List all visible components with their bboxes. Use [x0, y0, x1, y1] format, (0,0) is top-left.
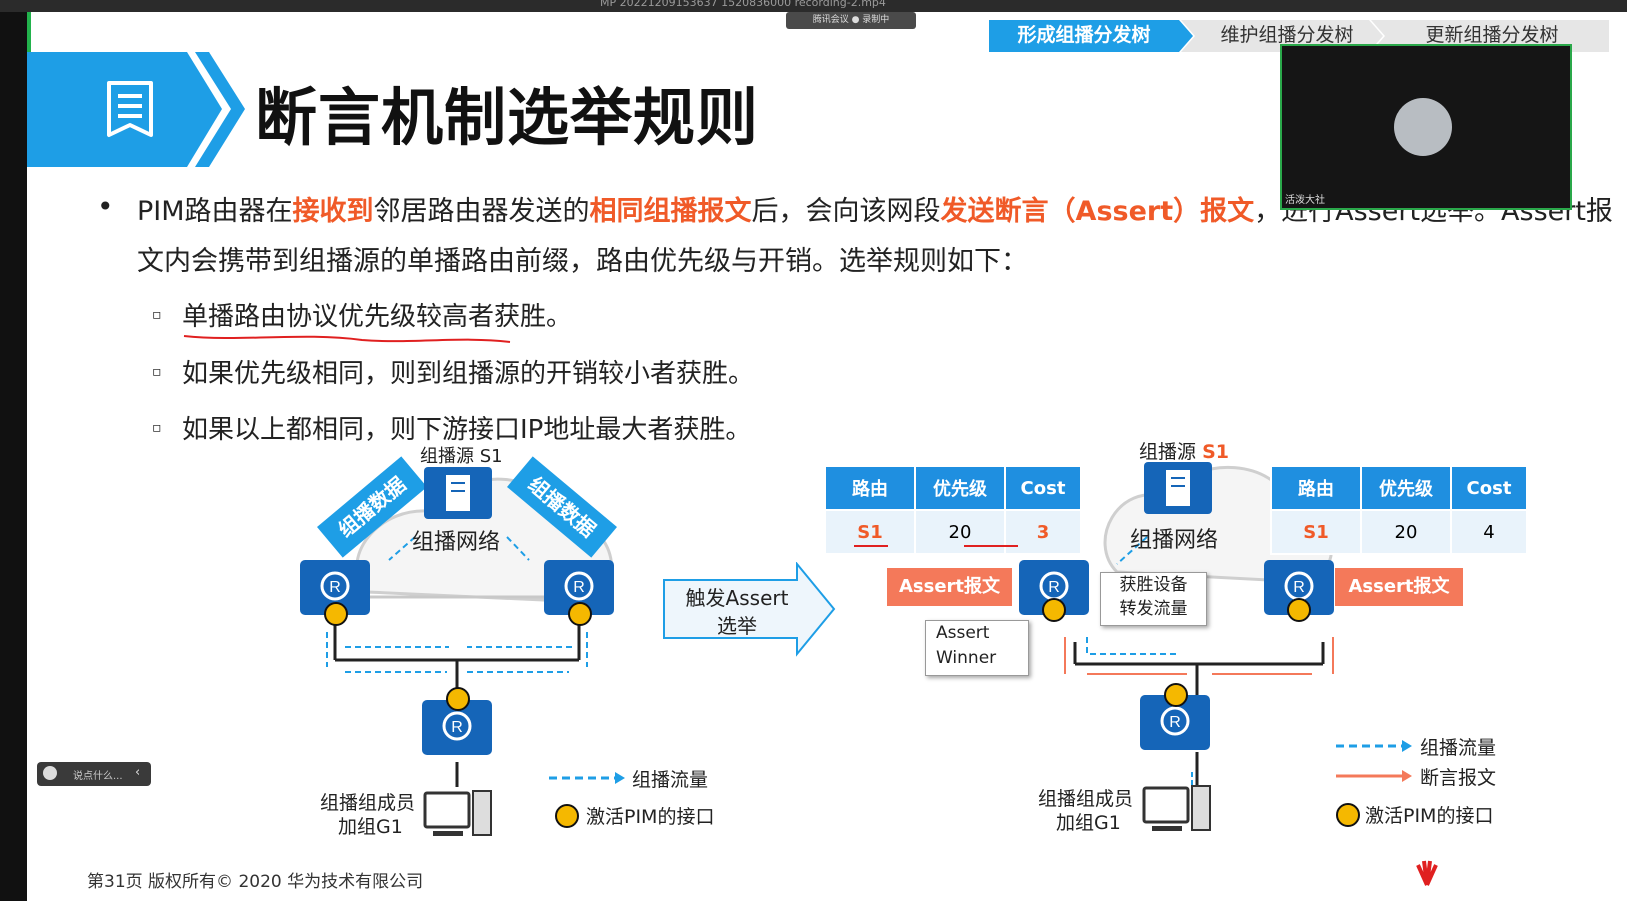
- rule-1: 单播路由协议优先级较高者获胜。: [182, 302, 573, 332]
- pim-interface-dot: [446, 687, 470, 711]
- svg-text:R: R: [573, 579, 585, 596]
- window-file-name: MP 20221209153637 1520836000 recording-2…: [600, 0, 886, 9]
- pim-interface-dot: [1164, 683, 1188, 707]
- right-member-group: 加组G1: [1056, 812, 1121, 834]
- winner-forward-line2: 转发流量: [1119, 599, 1188, 619]
- rule-marker: ▫: [152, 307, 162, 323]
- bullet-highlight-2: 相同组播报文: [589, 196, 752, 227]
- svg-text:R: R: [1048, 579, 1060, 596]
- huawei-logo-icon: [1416, 860, 1438, 886]
- winner-forward-box: 获胜设备 转发流量: [1100, 572, 1207, 626]
- server-icon: [1144, 462, 1212, 514]
- right-legend-pim: 激活PIM的接口: [1365, 805, 1494, 827]
- chat-input-bar[interactable]: 说点什么... ‹: [37, 762, 151, 786]
- bullet-text-1: PIM路由器在: [137, 196, 293, 227]
- assert-winner-line2: Winner: [936, 648, 997, 668]
- bullet-highlight-3: 发送断言（Assert）报文: [940, 196, 1255, 227]
- pim-interface-dot: [324, 602, 348, 626]
- chat-placeholder[interactable]: 说点什么...: [73, 767, 123, 782]
- trigger-arrow-line1: 触发Assert: [685, 586, 789, 610]
- table-header: 优先级: [1360, 465, 1452, 511]
- table-header: 优先级: [914, 465, 1006, 511]
- right-source-label: 组播源 S1: [1139, 437, 1229, 464]
- bullet-text-2: 邻居路由器发送的: [373, 196, 590, 227]
- bullet-highlight-1: 接收到: [292, 196, 374, 227]
- assert-message-tag-left: Assert报文: [887, 568, 1012, 606]
- legend-pim-dot: [1336, 803, 1360, 827]
- svg-text:R: R: [451, 719, 463, 736]
- svg-text:R: R: [329, 579, 341, 596]
- right-network-label: 组播网络: [1130, 528, 1219, 553]
- emoji-icon[interactable]: [43, 766, 57, 780]
- red-underline-annotation: [854, 545, 1018, 547]
- left-source-label: 组播源 S1: [420, 446, 503, 467]
- slide-title: 断言机制选举规则: [255, 81, 760, 154]
- server-icon: [424, 467, 492, 519]
- left-edge: [0, 12, 27, 901]
- table-cell-route: S1: [1270, 509, 1362, 555]
- left-legend-pim: 激活PIM的接口: [586, 806, 715, 828]
- assert-winner-box: Assert Winner: [925, 620, 1029, 676]
- red-underline-annotation: [183, 335, 511, 343]
- left-legend-flow: 组播流量: [632, 769, 709, 791]
- participant-avatar: [1394, 98, 1452, 156]
- right-route-table: 路由 优先级 Cost S1 20 4: [1270, 465, 1528, 555]
- left-member-label: 组播组成员: [320, 792, 416, 814]
- title-chevron-icon: [195, 52, 245, 167]
- svg-text:R: R: [1293, 579, 1305, 596]
- right-source-name: S1: [1202, 441, 1229, 463]
- pc-icon: [423, 790, 492, 836]
- meeting-recording-pill: 腾讯会议 ● 录制中: [786, 12, 916, 29]
- left-network-label: 组播网络: [412, 530, 501, 555]
- bullet-dot: •: [97, 190, 114, 223]
- right-source-text: 组播源: [1139, 441, 1197, 463]
- table-header: Cost: [1450, 465, 1528, 511]
- table-header: 路由: [1270, 465, 1362, 511]
- right-legend-assert: 断言报文: [1420, 767, 1497, 789]
- window-titlebar: MP 20221209153637 1520836000 recording-2…: [0, 0, 1627, 12]
- legend-dashed-arrow: [549, 772, 625, 784]
- table-cell-priority: 20: [1360, 509, 1452, 555]
- right-legend-flow: 组播流量: [1420, 737, 1497, 759]
- bullet-text-3: 后，会向该网段: [751, 196, 941, 227]
- document-icon: [107, 81, 153, 137]
- table-header: Cost: [1004, 465, 1082, 511]
- legend-pim-dot: [555, 804, 579, 828]
- trigger-arrow-line2: 选举: [717, 614, 757, 638]
- legend-dashed-arrow: [1336, 740, 1412, 752]
- tab-form-tree[interactable]: 形成组播分发树: [989, 20, 1179, 50]
- winner-forward-line1: 获胜设备: [1119, 575, 1188, 595]
- pim-interface-dot: [1042, 598, 1066, 622]
- svg-text:R: R: [1169, 714, 1181, 731]
- slide-footer: 第31页 版权所有© 2020 华为技术有限公司: [87, 872, 424, 892]
- participant-video-tile[interactable]: 活泼大社: [1280, 44, 1572, 210]
- pim-interface-dot: [568, 602, 592, 626]
- assert-message-tag-right: Assert报文: [1335, 568, 1463, 606]
- rule-marker: ▫: [152, 364, 162, 380]
- left-member-group: 加组G1: [338, 816, 403, 838]
- pc-icon: [1142, 785, 1211, 831]
- table-cell-cost: 4: [1450, 509, 1528, 555]
- table-header: 路由: [824, 465, 916, 511]
- rule-3: 如果以上都相同，则下游接口IP地址最大者获胜。: [182, 415, 752, 445]
- collapse-chevron-icon[interactable]: ‹: [135, 765, 140, 780]
- participant-name: 活泼大社: [1285, 195, 1325, 206]
- right-member-label: 组播组成员: [1038, 788, 1134, 810]
- assert-winner-line1: Assert: [936, 623, 990, 643]
- pim-interface-dot: [1287, 598, 1311, 622]
- rule-marker: ▫: [152, 420, 162, 436]
- rule-2: 如果优先级相同，则到组播源的开销较小者获胜。: [182, 359, 755, 389]
- legend-solid-arrow: [1336, 770, 1412, 782]
